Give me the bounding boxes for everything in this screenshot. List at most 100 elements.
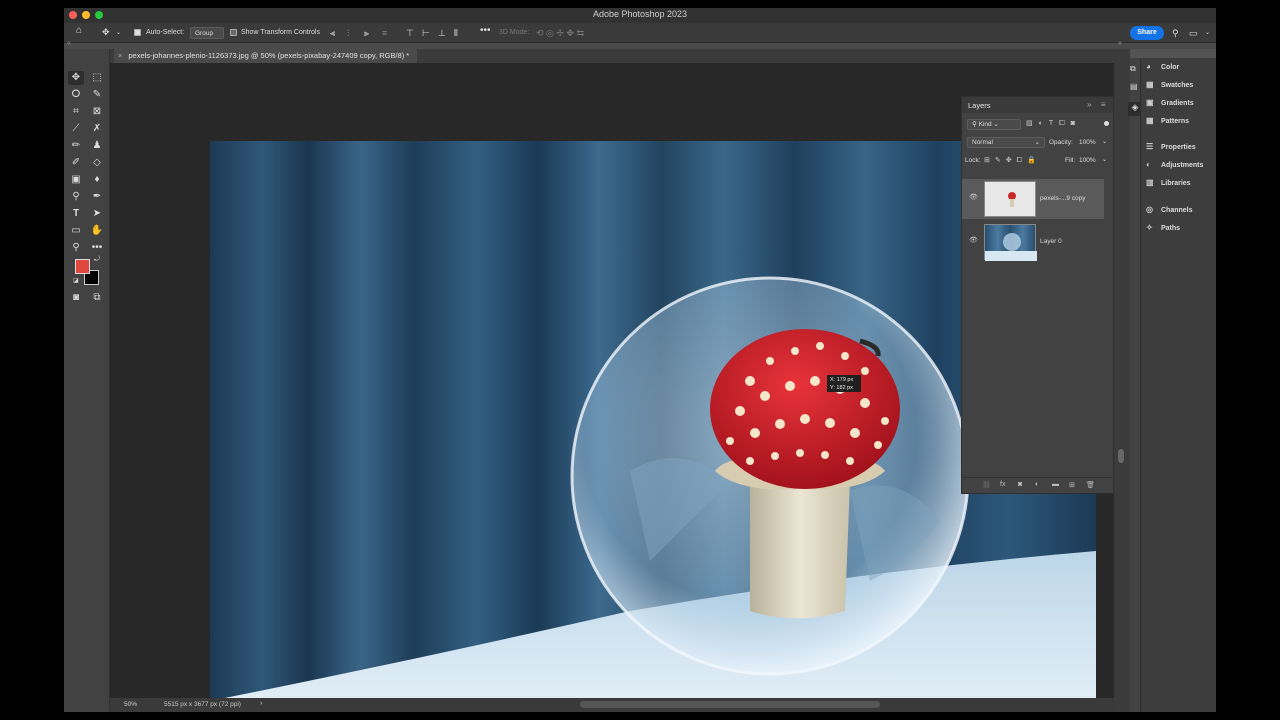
panel-menu-icon[interactable]: ≡ [1101,100,1106,109]
share-button[interactable]: Share [1130,26,1164,40]
collapse-panel-icon[interactable]: » [1087,100,1091,109]
zoom-tool-icon[interactable]: ⚲ [68,241,84,255]
history-brush-tool-icon[interactable]: ✐ [68,156,84,170]
auto-select-target-dropdown[interactable]: Group ⌄ [190,27,224,49]
crop-tool-icon[interactable]: ⌗ [68,105,84,119]
panel-color[interactable]: ◕ Color [1146,61,1179,73]
fill-chevron-icon[interactable]: ⌄ [1102,156,1107,163]
visibility-eye-icon[interactable]: 👁 [969,193,978,201]
panel-channels[interactable]: ◎ Channels [1146,204,1193,216]
layer-mask-icon[interactable]: ◙ [1018,481,1022,488]
panel-patterns[interactable]: ▦ Patterns [1146,115,1189,127]
lock-icons[interactable]: ⊞✎✥⧠🔒 [984,156,1041,165]
panel-channels-label: Channels [1161,207,1193,214]
foreground-color-swatch[interactable] [75,259,90,274]
align-bottom-icon[interactable]: ⊥ [438,27,446,39]
healing-brush-tool-icon[interactable]: ✗ [89,122,105,136]
opacity-chevron-icon[interactable]: ⌄ [1102,138,1107,145]
layer-filter-dropdown[interactable]: ⚲ Kind ⌄ [967,119,1021,130]
history-panel-icon[interactable]: ⧉ [1130,64,1136,74]
align-top-icon[interactable]: ⊤ [406,27,414,39]
layer-row-selected[interactable]: 👁 pexels-...9 copy [962,179,1104,219]
type-tool-icon[interactable]: T [68,207,84,221]
panel-swatches[interactable]: ▦ Swatches [1146,79,1193,91]
layer-name[interactable]: pexels-...9 copy [1040,195,1086,202]
align-middle-icon[interactable]: ⊢ [422,27,430,39]
lasso-tool-icon[interactable]: ⵔ [68,88,84,102]
delete-layer-icon[interactable]: 🗑 [1086,481,1095,489]
panel-paths[interactable]: ✧ Paths [1146,222,1180,234]
gradient-tool-icon[interactable]: ▣ [68,173,84,187]
move-tool-preset-icon[interactable]: ✥ [102,26,110,38]
eraser-tool-icon[interactable]: ◇ [89,156,105,170]
zoom-level[interactable]: 50% [124,701,137,708]
adjustment-layer-icon[interactable]: ◐ [1035,481,1039,488]
quick-select-tool-icon[interactable]: ✎ [89,88,105,102]
new-layer-icon[interactable]: ⊞ [1069,481,1075,489]
filter-toggle-icon[interactable] [1104,121,1109,126]
comments-panel-icon[interactable]: ▤ [1130,82,1138,91]
rectangle-tool-icon[interactable]: ▭ [68,224,84,238]
chevron-down-icon[interactable]: ⌄ [116,27,121,39]
home-icon[interactable]: ⌂ [76,25,82,37]
horizontal-scrollbar[interactable] [580,701,880,708]
quick-mask-icon[interactable]: ◙ [68,291,84,305]
gradient-icon: ▣ [1146,98,1154,107]
panel-gradients[interactable]: ▣ Gradients [1146,97,1194,109]
more-tools-icon[interactable]: ••• [89,241,105,255]
collapse-left-icon[interactable]: « [67,40,71,47]
align-left-icon[interactable]: ⫷ [330,27,335,39]
move-tool-icon[interactable]: ✥ [68,71,84,85]
workspace-chevron-icon[interactable]: ⌄ [1205,27,1210,39]
channels-icon: ◎ [1146,205,1153,214]
dodge-tool-icon[interactable]: ⚲ [68,190,84,204]
align-right-icon[interactable]: ⫸ [364,27,369,39]
panel-libraries[interactable]: ▥ Libraries [1146,177,1191,189]
layers-panel-footer: ⛓ fx ◙ ◐ ▬ ⊞ 🗑 [962,477,1113,493]
auto-select-target-value: Group [195,30,214,37]
fill-value[interactable]: 100% [1079,157,1096,164]
layer-name[interactable]: Layer 0 [1040,238,1062,245]
collapse-right-icon[interactable]: » [1118,40,1122,47]
distribute-vertical-icon[interactable]: ⫴ [454,27,458,39]
opacity-value[interactable]: 100% [1079,139,1096,146]
layer-style-icon[interactable]: fx [1000,481,1005,488]
eyedropper-tool-icon[interactable]: ⟋ [68,122,84,136]
window-title: Adobe Photoshop 2023 [592,9,688,19]
workspace-icon[interactable]: ▭ [1189,27,1198,39]
vertical-scrollbar[interactable] [1118,449,1124,463]
document-tab[interactable]: × pexels-johannes-plenio-1126373.jpg @ 50… [114,49,418,63]
orbit-3d-icon[interactable]: ⟲ ◎ ✢ ✥ ⇆ [536,27,584,39]
layer-filter-icons[interactable]: ▨◐T⧠◙ [1026,119,1081,128]
transform-controls-checkbox[interactable] [230,29,237,36]
distribute-icon[interactable]: ≡ [382,27,387,39]
status-chevron-icon[interactable]: › [260,700,262,707]
frame-tool-icon[interactable]: ⊠ [89,105,105,119]
more-options-icon[interactable]: ••• [480,25,491,37]
search-icon[interactable]: ⚲ [1172,27,1179,39]
link-layers-icon[interactable]: ⛓ [982,481,991,489]
visibility-eye-icon[interactable]: 👁 [969,236,978,244]
align-center-icon[interactable]: ⫶ [347,27,349,39]
panel-properties[interactable]: ☰ Properties [1146,141,1196,153]
swap-colors-icon[interactable]: ⤾ [94,256,100,264]
path-selection-tool-icon[interactable]: ➤ [89,207,105,221]
panel-adjustments[interactable]: ◐ Adjustments [1146,159,1203,171]
title-bar: Adobe Photoshop 2023 [64,8,1216,23]
marquee-tool-icon[interactable]: ⬚ [89,71,105,85]
clone-stamp-tool-icon[interactable]: ♟ [89,139,105,153]
pen-tool-icon[interactable]: ✒ [89,190,105,204]
hand-tool-icon[interactable]: ✋ [89,224,105,238]
layer-row: Layer 0 [984,224,1104,262]
tooltip-y: Y: 182 px [830,385,853,391]
default-colors-icon[interactable]: ◪ [73,277,79,284]
brush-tool-icon[interactable]: ✏ [68,139,84,153]
blur-tool-icon[interactable]: ♦ [89,173,105,187]
screen-mode-icon[interactable]: ⧉ [89,291,105,305]
layers-panel-header[interactable]: Layers » ≡ [962,97,1113,113]
layer-row-base[interactable]: 👁 Layer 0 [962,222,1104,262]
auto-select-checkbox[interactable] [134,29,141,36]
blend-mode-dropdown[interactable]: Normal ⌄ [967,137,1045,148]
close-tab-icon[interactable]: × [118,51,122,60]
new-group-icon[interactable]: ▬ [1052,481,1059,488]
